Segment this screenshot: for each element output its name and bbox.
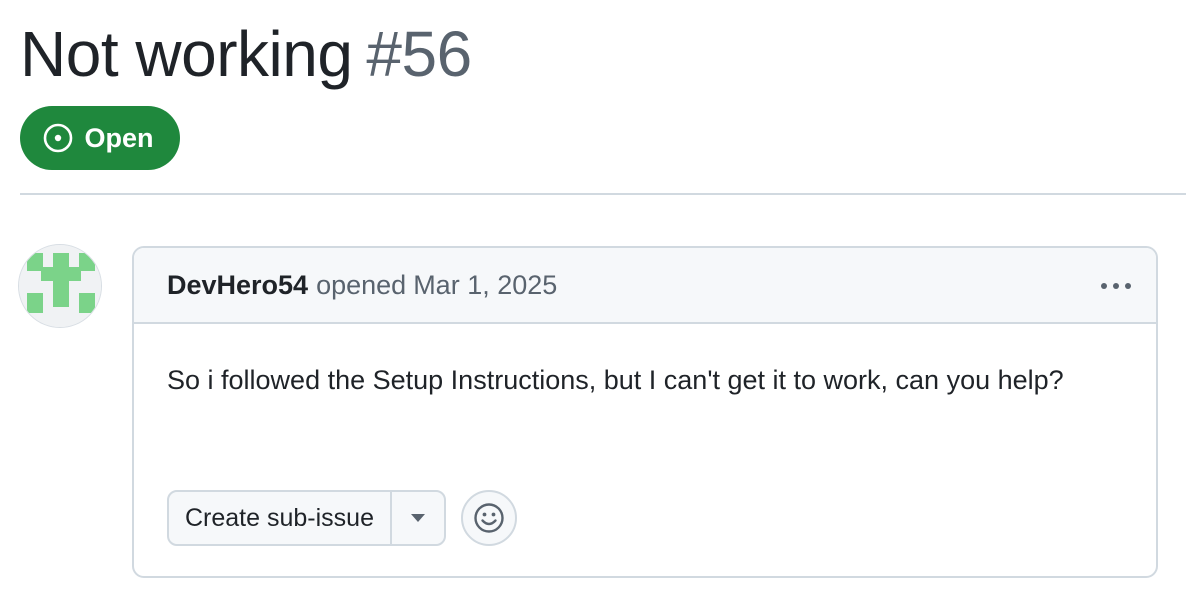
triangle-down-icon bbox=[410, 514, 425, 522]
avatar[interactable] bbox=[18, 244, 102, 328]
identicon-avatar-image bbox=[19, 245, 101, 327]
issue-opened-icon bbox=[44, 123, 73, 153]
comment-actions: Create sub-issue bbox=[167, 490, 517, 546]
issue-state-label: Open bbox=[84, 122, 154, 153]
header-divider bbox=[20, 193, 1186, 195]
create-sub-issue-split-button: Create sub-issue bbox=[167, 490, 446, 546]
comment-menu-button[interactable] bbox=[1096, 268, 1136, 304]
kebab-horizontal-icon bbox=[1101, 283, 1131, 289]
issue-state-badge: Open bbox=[20, 106, 180, 170]
issue-number: #56 bbox=[366, 18, 472, 90]
issue-page: Not working #56 Open DevHero54 opened Ma… bbox=[0, 0, 1186, 608]
add-reaction-button[interactable] bbox=[460, 490, 517, 546]
comment-action: opened bbox=[316, 269, 407, 300]
create-sub-issue-button[interactable]: Create sub-issue bbox=[169, 492, 390, 544]
comment-body: So i followed the Setup Instructions, bu… bbox=[167, 365, 1064, 395]
issue-title-row: Not working #56 bbox=[20, 14, 472, 94]
issue-title: Not working bbox=[20, 18, 353, 90]
comment-date[interactable]: Mar 1, 2025 bbox=[413, 270, 557, 301]
create-sub-issue-dropdown-button[interactable] bbox=[389, 492, 444, 544]
issue-comment: DevHero54 opened Mar 1, 2025 So i follow… bbox=[132, 246, 1158, 578]
smiley-icon bbox=[474, 503, 504, 533]
comment-header: DevHero54 opened Mar 1, 2025 bbox=[134, 248, 1156, 324]
comment-author[interactable]: DevHero54 bbox=[167, 270, 308, 301]
